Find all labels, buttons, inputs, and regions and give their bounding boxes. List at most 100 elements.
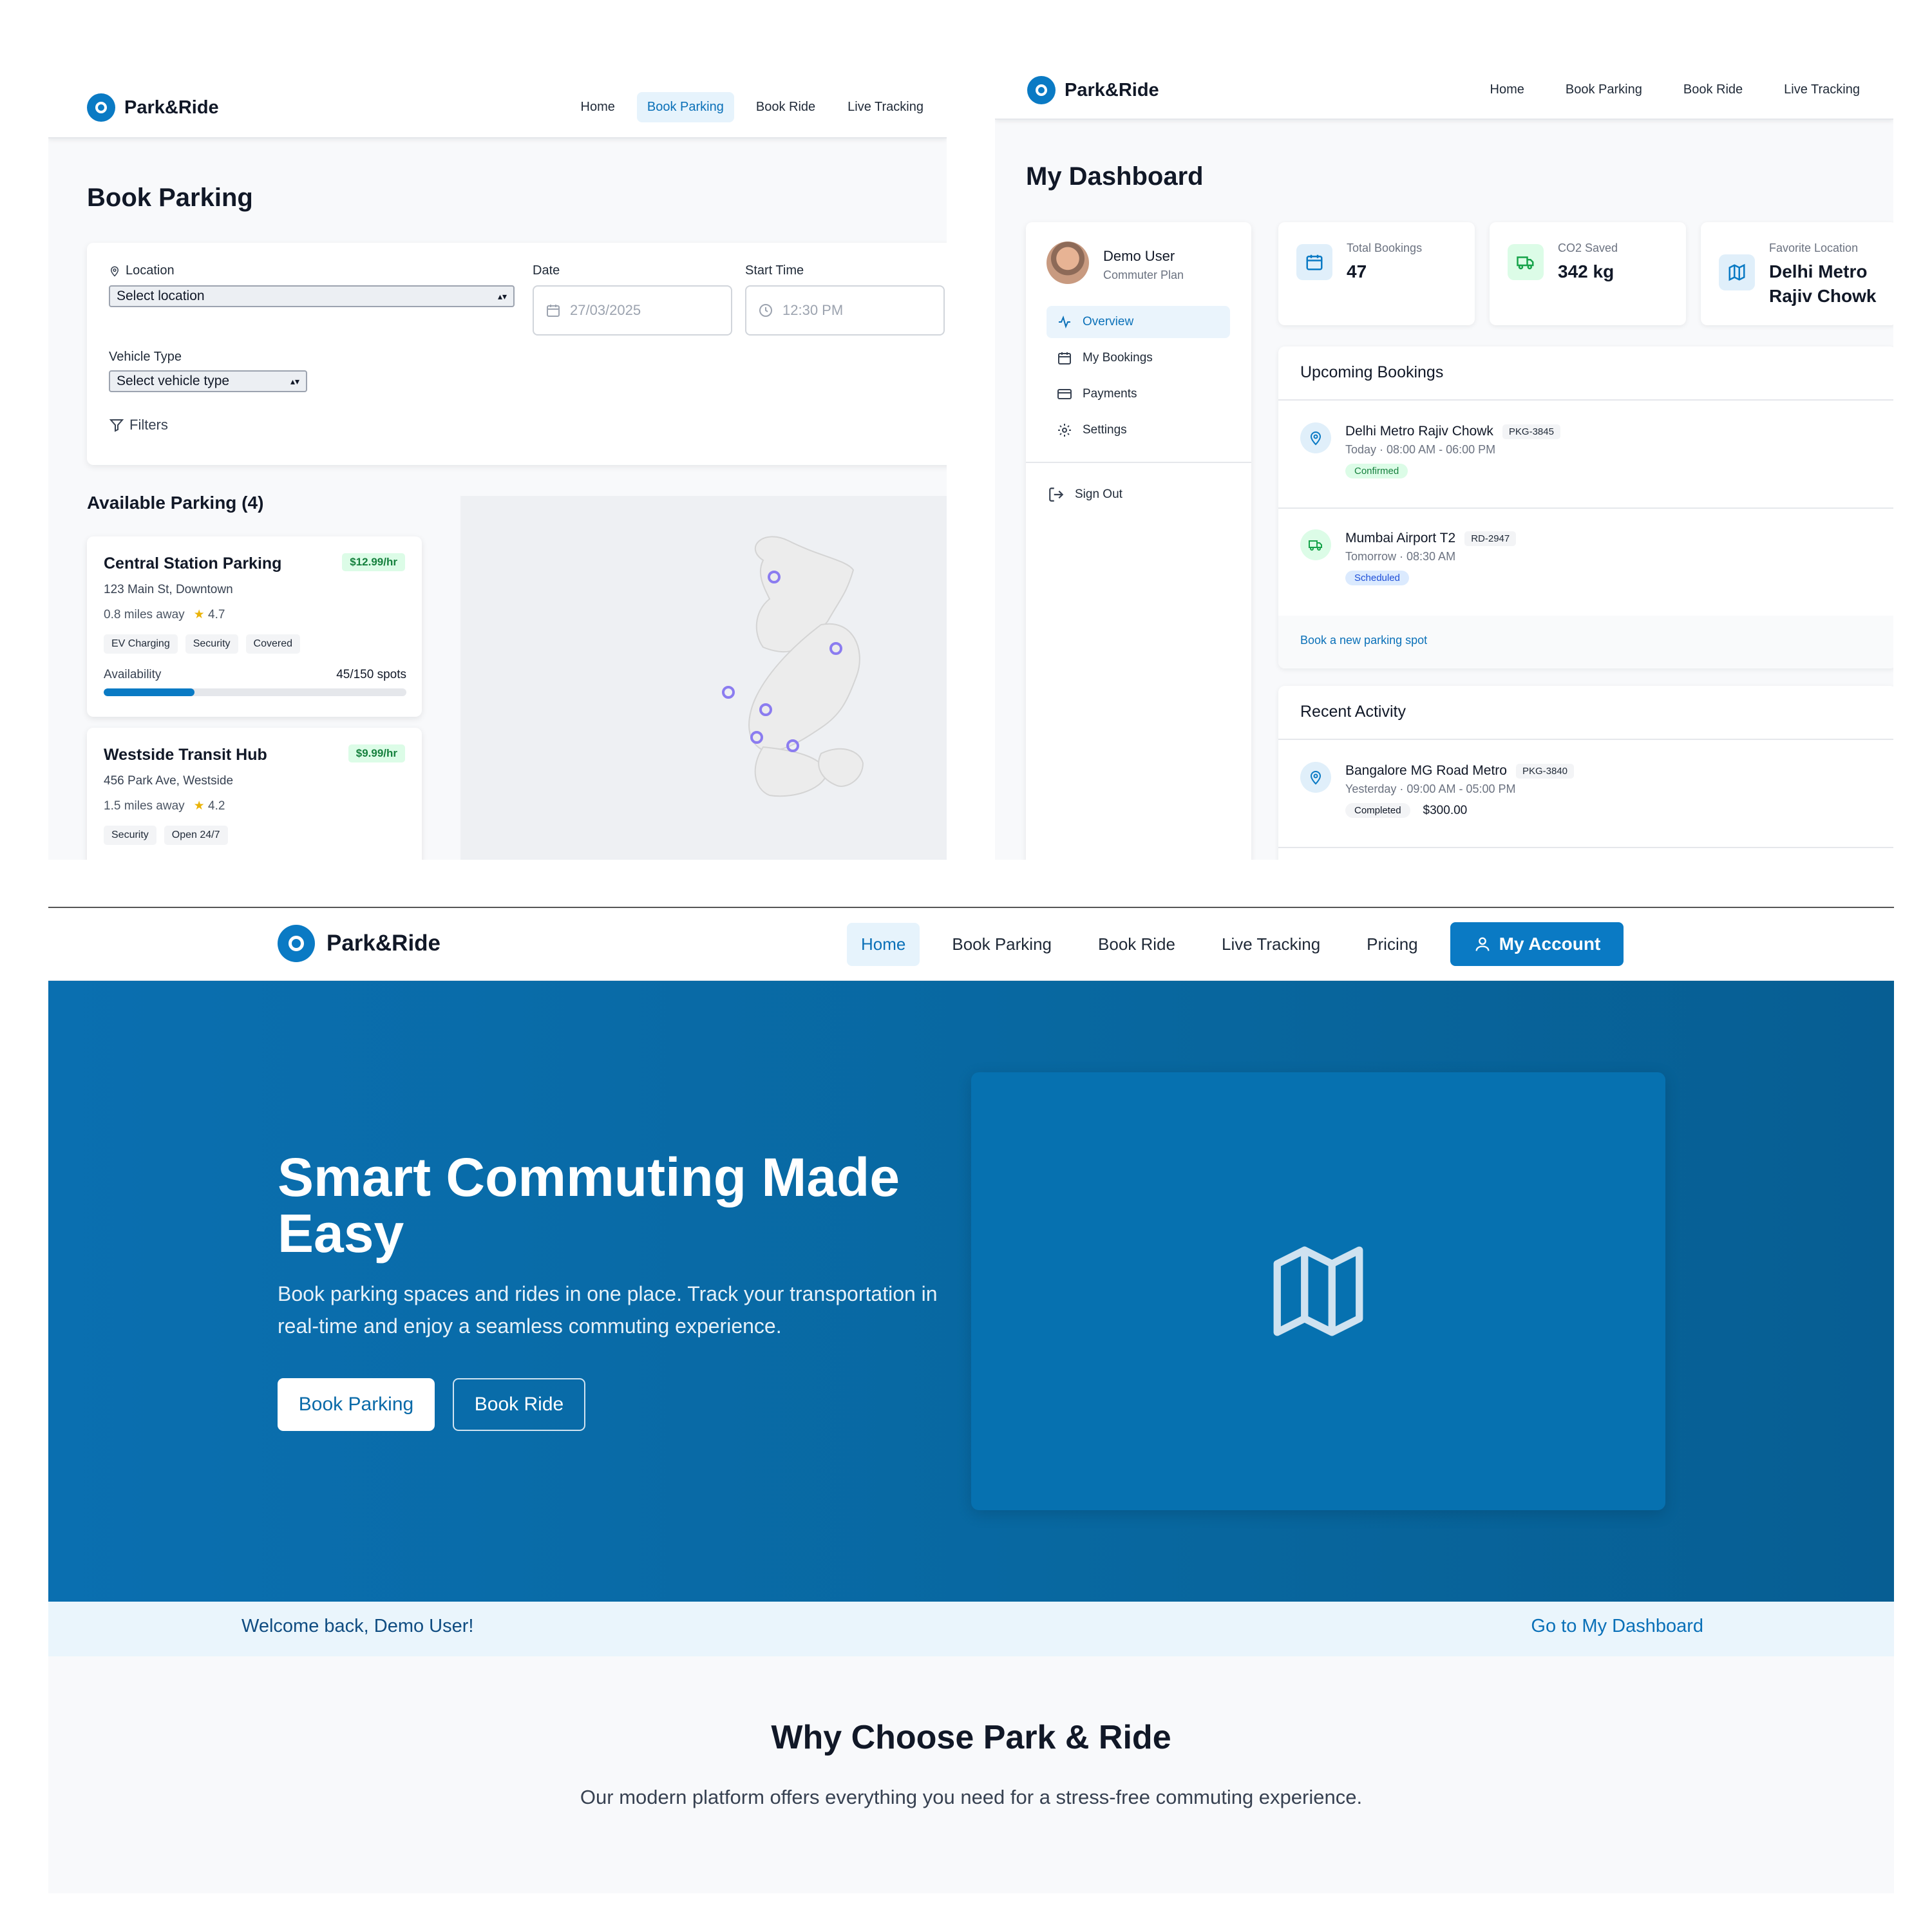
nav-live-tracking[interactable]: Live Tracking	[837, 92, 934, 122]
nav-live-tracking[interactable]: Live Tracking	[1776, 75, 1868, 105]
distance: 1.5 miles away	[104, 799, 185, 813]
brand-name: Park&Ride	[1065, 79, 1159, 100]
booking-name: Mumbai Airport T2 RD-2947	[1345, 531, 1517, 546]
nav-links: Home Book Parking Book Ride Live Trackin…	[847, 922, 1624, 966]
availability-bar	[104, 688, 406, 696]
nav-links: Home Book Parking Book Ride Live Trackin…	[571, 92, 934, 122]
brand-logo[interactable]: Park&Ride	[1027, 76, 1159, 104]
nav-book-ride[interactable]: Book Ride	[1084, 923, 1189, 966]
sidebar-item-settings[interactable]: Settings	[1046, 414, 1230, 446]
parking-card[interactable]: Central Station Parking $12.99/hr 123 Ma…	[87, 536, 422, 717]
map-pin-icon	[1300, 422, 1331, 453]
rating: 4.7	[208, 608, 225, 621]
clock-icon	[759, 304, 772, 317]
nav-book-ride[interactable]: Book Ride	[746, 92, 826, 122]
filter-icon	[109, 419, 124, 432]
hero-section: Smart Commuting Made Easy Book parking s…	[48, 981, 1894, 1602]
activity-row[interactable]: Bangalore MG Road Metro PKG-3840 Yesterd…	[1300, 740, 1893, 843]
stat-label: Favorite Location	[1769, 242, 1859, 254]
features-title: Why Choose Park & Ride	[771, 1719, 1171, 1756]
nav-book-ride[interactable]: Book Ride	[1676, 75, 1750, 105]
sidebar-item-overview[interactable]: Overview	[1046, 306, 1230, 338]
brand-logo[interactable]: Park&Ride	[278, 925, 440, 962]
parking-marker[interactable]	[722, 686, 735, 699]
parking-card[interactable]: Westside Transit Hub $9.99/hr 456 Park A…	[87, 728, 422, 860]
booking-row[interactable]: Delhi Metro Rajiv Chowk PKG-3845 Today ·…	[1300, 401, 1893, 504]
amenity-tags: EV Charging Security Covered	[104, 634, 300, 654]
credit-card-icon	[1057, 389, 1072, 399]
star-icon: ★	[193, 799, 205, 813]
vehicle-type-select[interactable]: Select vehicle type ▴▾	[109, 370, 307, 392]
hero-title: Smart Commuting Made Easy	[278, 1147, 900, 1264]
welcome-text: Welcome back, Demo User!	[242, 1616, 474, 1636]
sign-out-button[interactable]: Sign Out	[1048, 486, 1122, 503]
map-icon	[1273, 1246, 1363, 1336]
section-title: Recent Activity	[1300, 703, 1406, 721]
parking-meta: 0.8 miles away ★ 4.7	[104, 607, 225, 622]
nav-live-tracking[interactable]: Live Tracking	[1208, 923, 1334, 966]
booking-name: Delhi Metro Rajiv Chowk PKG-3845	[1345, 424, 1560, 439]
home-screen: Park&Ride Home Book Parking Book Ride Li…	[48, 907, 1894, 1893]
rating: 4.2	[208, 799, 225, 813]
available-parking-heading: Available Parking (4)	[87, 493, 264, 513]
go-to-dashboard-link[interactable]: Go to My Dashboard	[1531, 1616, 1703, 1637]
top-navigation: Park&Ride Home Book Parking Book Ride Li…	[48, 74, 947, 138]
my-account-button[interactable]: My Account	[1450, 922, 1624, 966]
sidebar-item-payments[interactable]: Payments	[1046, 378, 1230, 410]
amenity-tag: Security	[104, 826, 156, 845]
features-subtitle: Our modern platform offers everything yo…	[580, 1786, 1363, 1808]
map-icon	[1719, 254, 1755, 290]
calendar-icon	[1058, 352, 1071, 365]
parking-map[interactable]	[460, 496, 947, 860]
hero-illustration	[971, 1072, 1665, 1510]
upcoming-bookings-section: Upcoming Bookings Delhi Metro Rajiv Chow…	[1278, 346, 1893, 668]
dashboard-screen: Park&Ride Home Book Parking Book Ride Li…	[995, 58, 1893, 860]
status-badge: Completed	[1345, 803, 1410, 818]
parking-address: 456 Park Ave, Westside	[104, 774, 234, 788]
select-arrows-icon: ▴▾	[497, 290, 507, 301]
hero-book-ride-button[interactable]: Book Ride	[453, 1378, 585, 1431]
location-select[interactable]: Select location ▴▾	[109, 285, 515, 307]
booking-code: RD-2947	[1464, 531, 1517, 546]
brand-name: Park&Ride	[327, 931, 441, 956]
brand-logo[interactable]: Park&Ride	[87, 93, 219, 122]
availability: Availability 45/150 spots	[104, 668, 406, 696]
nav-book-parking[interactable]: Book Parking	[938, 923, 1066, 966]
user-plan: Commuter Plan	[1103, 269, 1184, 281]
book-new-parking-link[interactable]: Book a new parking spot	[1300, 634, 1427, 647]
map-pin-icon	[110, 266, 119, 277]
nav-book-parking[interactable]: Book Parking	[636, 92, 734, 122]
nav-home[interactable]: Home	[847, 922, 920, 966]
nav-home[interactable]: Home	[1482, 75, 1532, 105]
select-arrows-icon: ▴▾	[290, 375, 299, 386]
nav-book-parking[interactable]: Book Parking	[1558, 75, 1650, 105]
activity-status: Completed $300.00	[1345, 803, 1467, 818]
top-navigation: Park&Ride Home Book Parking Book Ride Li…	[48, 908, 1894, 981]
nav-links: Home Book Parking Book Ride Live Trackin…	[1482, 75, 1868, 105]
booking-status: Confirmed	[1345, 464, 1408, 478]
hero-book-parking-button[interactable]: Book Parking	[278, 1378, 435, 1431]
nav-home[interactable]: Home	[571, 92, 625, 122]
sidebar-item-my-bookings[interactable]: My Bookings	[1046, 342, 1230, 374]
amenity-tag: Security	[185, 634, 238, 654]
row-divider	[1278, 847, 1893, 848]
log-out-icon	[1049, 488, 1064, 502]
stat-card-co2-saved: CO2 Saved 342 kg	[1490, 222, 1686, 325]
booking-time: Today · 08:00 AM - 06:00 PM	[1345, 443, 1496, 456]
start-time-input[interactable]: 12:30 PM	[745, 285, 945, 336]
nav-pricing[interactable]: Pricing	[1352, 923, 1432, 966]
start-time-label: Start Time	[745, 263, 804, 278]
booking-code: PKG-3840	[1515, 763, 1575, 779]
recent-activity-section: Recent Activity Bangalore MG Road Metro …	[1278, 686, 1893, 860]
activity-icon	[1059, 316, 1070, 328]
map-pin-icon	[1027, 76, 1056, 104]
date-label: Date	[533, 263, 560, 278]
sidebar-divider	[1026, 462, 1251, 463]
date-input[interactable]: 27/03/2025	[533, 285, 732, 336]
calendar-icon	[547, 305, 560, 317]
booking-row[interactable]: Mumbai Airport T2 RD-2947 Tomorrow · 08:…	[1300, 507, 1893, 611]
filters-button[interactable]: Filters	[109, 417, 168, 433]
amenity-tags: Security Open 24/7	[104, 826, 228, 845]
truck-icon	[1300, 529, 1331, 560]
price-badge: $9.99/hr	[348, 744, 405, 762]
